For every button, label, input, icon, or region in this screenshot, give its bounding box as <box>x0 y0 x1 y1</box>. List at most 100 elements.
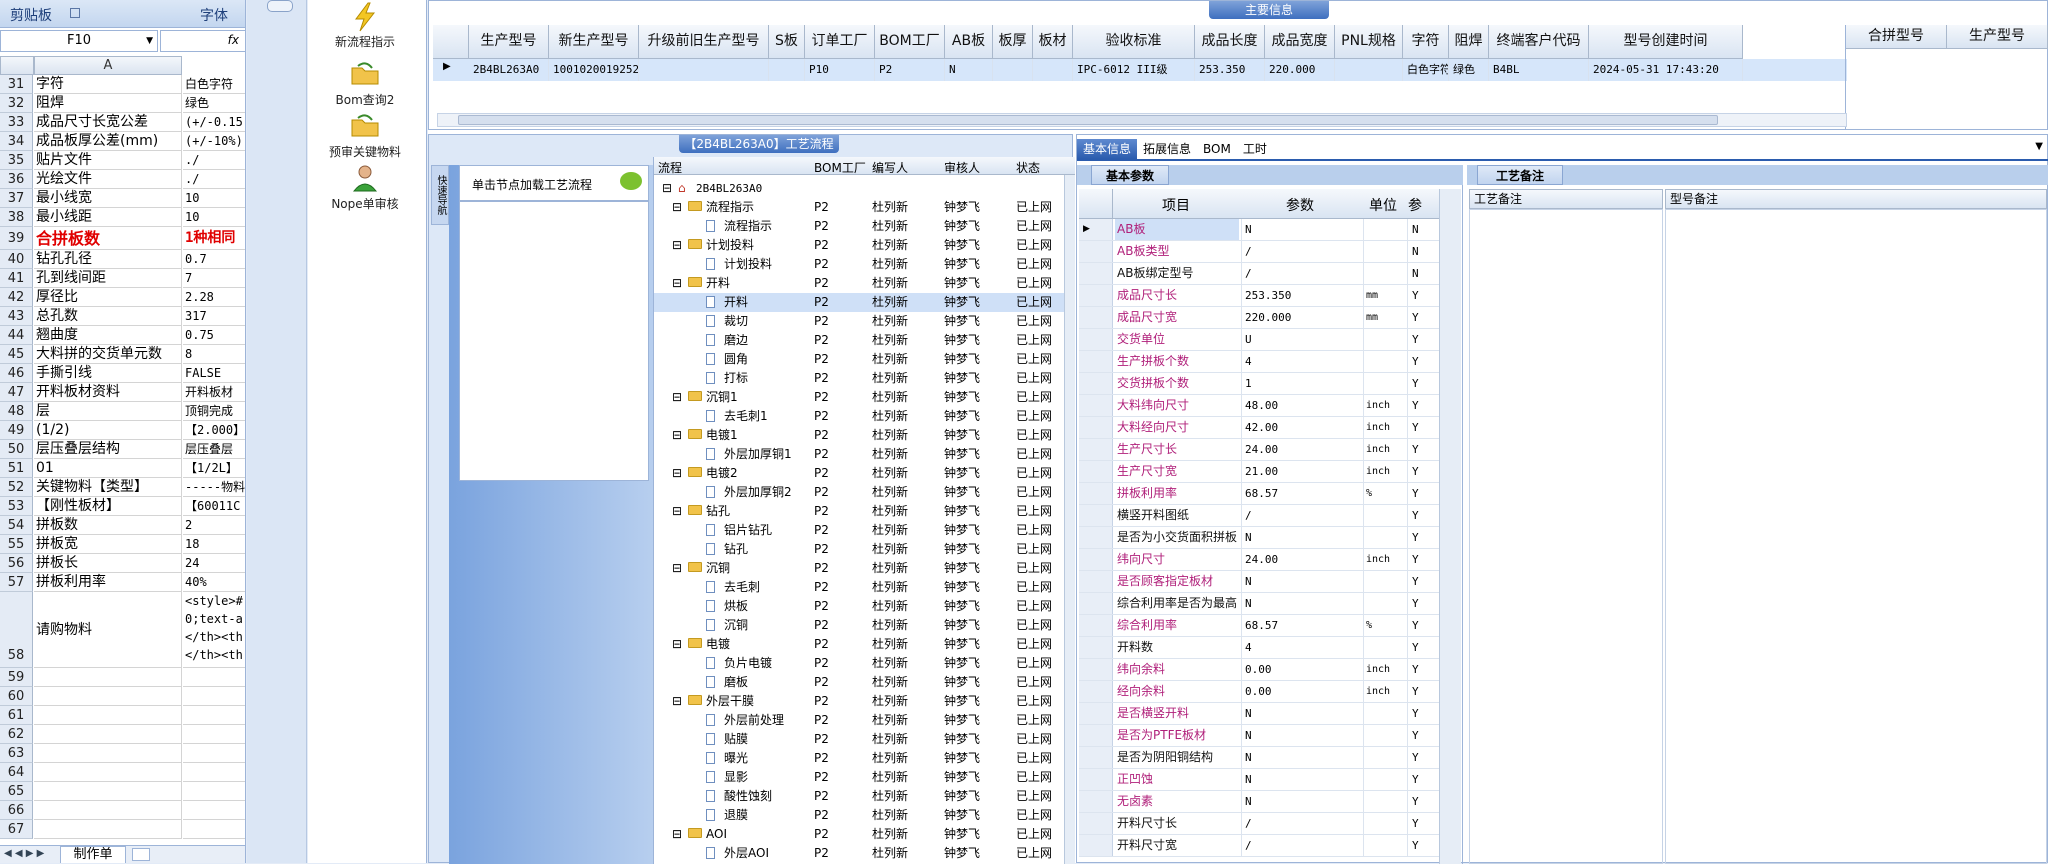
param-value[interactable]: 220.000 <box>1241 307 1361 328</box>
detail-tab-2[interactable]: 拓展信息 <box>1137 139 1197 159</box>
remarks-col-process[interactable]: 工艺备注 <box>1469 189 1663 209</box>
param-row[interactable]: 是否为阴阳铜结构 N Y <box>1079 747 1439 769</box>
cell-a[interactable]: 拼板利用率 <box>34 573 182 592</box>
row-gutter[interactable] <box>1079 769 1113 790</box>
horizontal-scrollbar[interactable] <box>437 113 1847 127</box>
tree-node[interactable]: 显影 P2 杜列新 钟梦飞 已上网 <box>654 768 1074 787</box>
tree-node[interactable]: 外层加厚铜1 P2 杜列新 钟梦飞 已上网 <box>654 445 1074 464</box>
cell-b[interactable]: 【60011C <box>183 497 245 516</box>
main-cell[interactable]: 绿色 <box>1449 59 1489 81</box>
cell-a[interactable]: 层压叠层结构 <box>34 440 182 459</box>
cell-a[interactable] <box>34 744 182 763</box>
clipboard-group-label[interactable]: 剪贴板 <box>10 5 52 25</box>
tree-col-bom[interactable]: BOM工厂 <box>814 159 866 176</box>
param-value[interactable]: / <box>1241 813 1361 834</box>
row-header[interactable]: 31 <box>0 75 33 94</box>
process-remarks-area[interactable] <box>1469 209 1663 864</box>
cell-b[interactable]: 【2.000】 <box>183 421 245 440</box>
cell-a[interactable] <box>34 687 182 706</box>
row-header[interactable]: 45 <box>0 345 33 364</box>
main-cell[interactable]: P2 <box>875 59 945 81</box>
collapse-icon[interactable]: ⊟ <box>672 464 682 483</box>
cell-a[interactable]: (1/2) <box>34 421 182 440</box>
cell-b[interactable]: 绿色 <box>183 94 245 113</box>
param-value[interactable]: 0.00 <box>1241 681 1361 702</box>
param-value[interactable]: 21.00 <box>1241 461 1361 482</box>
side-col-hepin[interactable]: 合拼型号 <box>1846 25 1947 49</box>
collapse-icon[interactable]: ⊟ <box>672 502 682 521</box>
collapse-icon[interactable]: ⊟ <box>672 198 682 217</box>
main-cell[interactable]: 2B4BL263A0 <box>469 59 549 81</box>
cell-b[interactable]: ./ <box>183 151 245 170</box>
row-header[interactable]: 44 <box>0 326 33 345</box>
row-gutter[interactable] <box>1079 505 1113 526</box>
param-row[interactable]: AB板类型 / N <box>1079 241 1439 263</box>
cell-a[interactable]: 成品尺寸长宽公差 <box>34 113 182 132</box>
row-gutter[interactable] <box>1079 593 1113 614</box>
main-col-header[interactable]: 阻焊 <box>1449 25 1489 59</box>
cell-a[interactable] <box>34 782 182 801</box>
new-sheet-icon[interactable] <box>132 848 150 861</box>
main-col-header[interactable]: 验收标准 <box>1073 25 1195 59</box>
row-header[interactable]: 62 <box>0 725 33 744</box>
main-col-header[interactable]: PNL规格 <box>1335 25 1403 59</box>
param-row[interactable]: 生产尺寸宽 21.00 inch Y <box>1079 461 1439 483</box>
collapse-icon[interactable]: ⊟ <box>672 388 682 407</box>
basic-corner[interactable] <box>1079 189 1113 219</box>
param-value[interactable]: 42.00 <box>1241 417 1361 438</box>
cell-a[interactable]: 拼板数 <box>34 516 182 535</box>
param-value[interactable]: N <box>1241 769 1361 790</box>
cell-a[interactable]: 最小线宽 <box>34 189 182 208</box>
cell-a[interactable]: 拼板宽 <box>34 535 182 554</box>
param-value[interactable]: N <box>1241 747 1361 768</box>
param-row[interactable]: 正凹蚀 N Y <box>1079 769 1439 791</box>
param-value[interactable]: 4 <box>1241 637 1361 658</box>
main-cell[interactable] <box>1335 59 1403 81</box>
main-col-header[interactable]: 板厚 <box>993 25 1033 59</box>
main-col-header[interactable]: S板 <box>769 25 805 59</box>
main-cell[interactable] <box>993 59 1033 81</box>
toolbar-button-3[interactable]: 预审关键物料 <box>315 112 415 160</box>
param-value[interactable]: 24.00 <box>1241 439 1361 460</box>
main-cell[interactable] <box>769 59 805 81</box>
param-value[interactable]: 1 <box>1241 373 1361 394</box>
param-value[interactable]: 0.00 <box>1241 659 1361 680</box>
param-row[interactable]: 纬向余料 0.00 inch Y <box>1079 659 1439 681</box>
param-value[interactable]: 253.350 <box>1241 285 1361 306</box>
row-header[interactable]: 46 <box>0 364 33 383</box>
row-header[interactable]: 56 <box>0 554 33 573</box>
cell-a[interactable] <box>34 725 182 744</box>
main-col-header[interactable]: 生产型号 <box>469 25 549 59</box>
row-header[interactable]: 36 <box>0 170 33 189</box>
basic-col-flag[interactable]: 参 <box>1405 195 1425 215</box>
tree-node[interactable]: 贴膜 P2 杜列新 钟梦飞 已上网 <box>654 730 1074 749</box>
main-col-header[interactable]: 终端客户代码 <box>1489 25 1589 59</box>
row-header[interactable]: 55 <box>0 535 33 554</box>
basic-col-value[interactable]: 参数 <box>1239 195 1361 215</box>
row-header[interactable]: 50 <box>0 440 33 459</box>
param-value[interactable]: / <box>1241 505 1361 526</box>
param-value[interactable]: N <box>1241 527 1361 548</box>
cell-a[interactable]: 关键物料【类型】 <box>34 478 182 497</box>
cell-b[interactable]: FALSE <box>183 364 245 383</box>
main-col-header[interactable]: 字符 <box>1403 25 1449 59</box>
row-gutter[interactable] <box>1079 417 1113 438</box>
row-gutter[interactable] <box>1079 285 1113 306</box>
tree-node[interactable]: ⊟ 流程指示 P2 杜列新 钟梦飞 已上网 <box>654 198 1074 217</box>
tree-node[interactable]: 外层加厚铜2 P2 杜列新 钟梦飞 已上网 <box>654 483 1074 502</box>
font-group-label[interactable]: 字体 <box>200 5 228 25</box>
select-all-corner[interactable] <box>0 56 34 75</box>
sheet-nav-arrows-icon[interactable]: ◀ ◀ ▶ ▶ <box>4 848 44 859</box>
cell-b[interactable]: -----物料 <box>183 478 245 497</box>
main-col-header[interactable]: 升级前旧生产型号 <box>639 25 769 59</box>
row-header[interactable]: 67 <box>0 820 33 839</box>
tree-node[interactable]: 钻孔 P2 杜列新 钟梦飞 已上网 <box>654 540 1074 559</box>
row-gutter[interactable] <box>1079 483 1113 504</box>
param-value[interactable]: 68.57 <box>1241 615 1361 636</box>
tree-node[interactable]: 去毛刺 P2 杜列新 钟梦飞 已上网 <box>654 578 1074 597</box>
cell-a[interactable]: 层 <box>34 402 182 421</box>
row-header[interactable]: 48 <box>0 402 33 421</box>
cell-b[interactable] <box>183 763 245 782</box>
cell-b[interactable]: (+/-10%) <box>183 132 245 151</box>
cell-b[interactable]: 10 <box>183 189 245 208</box>
